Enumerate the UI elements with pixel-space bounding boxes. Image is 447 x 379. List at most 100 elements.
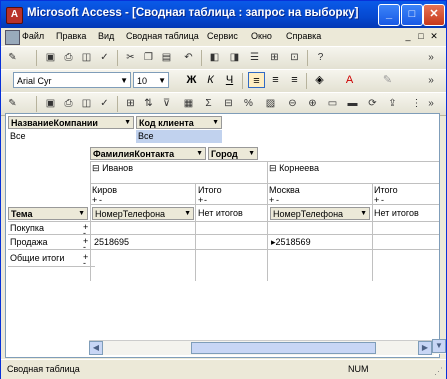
menu-pivot[interactable]: Сводная таблица [126, 31, 199, 41]
filter-field-client-code[interactable]: Код клиента ▼ [136, 116, 222, 129]
font-name-combo[interactable]: Arial Cyr ▼ [13, 72, 131, 88]
help-icon[interactable]: ? [313, 51, 328, 65]
toolbar-options-icon[interactable]: » [426, 74, 436, 88]
view-icon[interactable]: ✎ [5, 51, 20, 65]
maximize-button[interactable]: □ [401, 4, 423, 26]
align-left-button[interactable]: ≡ [248, 72, 265, 88]
paste-icon[interactable]: ▤ [159, 51, 174, 65]
collapse-icon[interactable]: ⊟ [92, 163, 100, 173]
filter-field-company[interactable]: НазваниеКомпании ▼ [8, 116, 134, 129]
autoformat-icon[interactable]: ◧ [207, 51, 222, 65]
copy-icon[interactable]: ❐ [141, 51, 156, 65]
refresh-icon[interactable]: ⟳ [365, 97, 380, 111]
data-field-phone-ivanov[interactable]: НомерТелефона ▼ [92, 207, 194, 220]
row-field-label: Тема [11, 209, 33, 219]
expand-plus-icon[interactable]: + [198, 194, 203, 207]
minimize-button[interactable]: _ [378, 4, 400, 26]
sort-icon[interactable]: ⇅ [141, 97, 156, 111]
collapse-minus-icon[interactable]: - [204, 194, 207, 207]
undo-icon[interactable]: ↶ [181, 51, 196, 65]
calculated-field-icon[interactable]: ⊟ [221, 97, 236, 111]
sum-icon[interactable]: Σ [201, 97, 216, 111]
preview-icon[interactable]: ◫ [79, 97, 94, 111]
view-icon[interactable]: ✎ [5, 97, 20, 111]
show-details-icon[interactable]: ▬ [345, 97, 360, 111]
row-field-topic[interactable]: Тема ▼ [8, 207, 88, 220]
standard-toolbar: ✎ ▣ ⎙ ◫ ✓ ✂ ❐ ▤ ↶ ◧ ◨ ☰ ⊞ ⊡ ? » [1, 46, 446, 70]
code-icon[interactable]: ◨ [227, 51, 242, 65]
percent-icon[interactable]: % [241, 97, 256, 111]
toolbar-options-icon[interactable]: » [426, 51, 436, 65]
italic-button[interactable]: К [202, 72, 219, 88]
preview-icon[interactable]: ◫ [79, 51, 94, 65]
filter-value[interactable]: Все [138, 130, 154, 143]
horizontal-scrollbar[interactable]: ◀ ▶ [89, 340, 434, 355]
column-group-korneeva[interactable]: ⊟ Корнеева [269, 162, 319, 175]
collapse-minus-icon[interactable]: - [99, 194, 102, 207]
doc-restore-button[interactable]: □ [416, 31, 426, 41]
chevron-down-icon: ▼ [212, 119, 219, 126]
menu-help[interactable]: Справка [286, 31, 321, 41]
autocalc-icon[interactable]: ⊞ [123, 97, 138, 111]
print-icon[interactable]: ⎙ [61, 97, 76, 111]
phone-value-korneeva[interactable]: ▸2518569 [271, 236, 311, 249]
expand-plus-icon[interactable]: + [374, 194, 379, 207]
phone-value-ivanov[interactable]: 2518695 [94, 236, 129, 249]
underline-button[interactable]: Ч [221, 72, 238, 88]
new-object-icon[interactable]: ⊡ [287, 51, 302, 65]
spelling-icon[interactable]: ✓ [97, 97, 112, 111]
row-label-grand-total[interactable]: Общие итоги [10, 252, 64, 265]
properties-icon[interactable]: ☰ [247, 51, 262, 65]
row-label-sale[interactable]: Продажа [10, 236, 48, 249]
expand-icon[interactable]: ⊕ [305, 97, 320, 111]
filter-icon[interactable]: ⊽ [159, 97, 174, 111]
menu-view[interactable]: Вид [98, 31, 114, 41]
print-icon[interactable]: ⎙ [61, 51, 76, 65]
database-window-icon[interactable]: ⊞ [267, 51, 282, 65]
scroll-left-button[interactable]: ◀ [89, 341, 103, 355]
toolbar-options-icon[interactable]: » [426, 97, 436, 111]
save-icon[interactable]: ▣ [43, 97, 58, 111]
resize-grip-icon[interactable]: ⋰ [434, 366, 443, 377]
column-group-ivanov[interactable]: ⊟ Иванов [92, 162, 133, 175]
hide-details-icon[interactable]: ▭ [325, 97, 340, 111]
fill-color-icon[interactable]: ◈ [311, 72, 328, 88]
scroll-right-button[interactable]: ▶ [418, 341, 432, 355]
spelling-icon[interactable]: ✓ [97, 51, 112, 65]
collapse-minus-icon[interactable]: - [276, 194, 279, 207]
align-center-button[interactable]: ≡ [267, 72, 284, 88]
line-color-icon[interactable]: ✎ [379, 72, 396, 88]
doc-minimize-button[interactable]: _ [403, 31, 413, 41]
column-field-city[interactable]: Город ▼ [208, 147, 258, 160]
data-field-phone-korneeva[interactable]: НомерТелефона ▼ [270, 207, 370, 220]
field-list-icon[interactable]: ⋮ [409, 97, 424, 111]
font-size-combo[interactable]: 10 ▼ [133, 72, 169, 88]
access-app-icon[interactable]: A [6, 7, 23, 24]
collapse-icon[interactable]: ⊟ [269, 163, 277, 173]
collapse-icon[interactable]: ⊖ [285, 97, 300, 111]
menu-file[interactable]: Файл [22, 31, 44, 41]
expand-plus-icon[interactable]: + [92, 194, 97, 207]
row-label-purchase[interactable]: Покупка [10, 222, 44, 235]
pivot-document-icon[interactable] [5, 30, 20, 45]
column-field-contact[interactable]: ФамилияКонтакта ▼ [90, 147, 206, 160]
scroll-down-button[interactable]: ▼ [432, 339, 446, 353]
bold-button[interactable]: Ж [183, 72, 200, 88]
close-button[interactable]: ✕ [423, 4, 445, 26]
font-color-icon[interactable]: A [341, 72, 358, 88]
chart-icon[interactable]: ▨ [263, 97, 278, 111]
cut-icon[interactable]: ✂ [123, 51, 138, 65]
align-right-button[interactable]: ≡ [286, 72, 303, 88]
menu-tools[interactable]: Сервис [207, 31, 238, 41]
save-icon[interactable]: ▣ [43, 51, 58, 65]
export-icon[interactable]: ⇪ [385, 97, 400, 111]
data-field-label: НомерТелефона [95, 209, 166, 219]
group-icon[interactable]: ▦ [181, 97, 196, 111]
scroll-thumb[interactable] [191, 342, 376, 354]
expand-plus-icon[interactable]: + [269, 194, 274, 207]
collapse-minus-icon[interactable]: - [381, 194, 384, 207]
menu-edit[interactable]: Правка [56, 31, 86, 41]
collapse-minus-icon[interactable]: - [83, 257, 86, 270]
menu-window[interactable]: Окно [251, 31, 272, 41]
doc-close-button[interactable]: ✕ [429, 31, 439, 41]
